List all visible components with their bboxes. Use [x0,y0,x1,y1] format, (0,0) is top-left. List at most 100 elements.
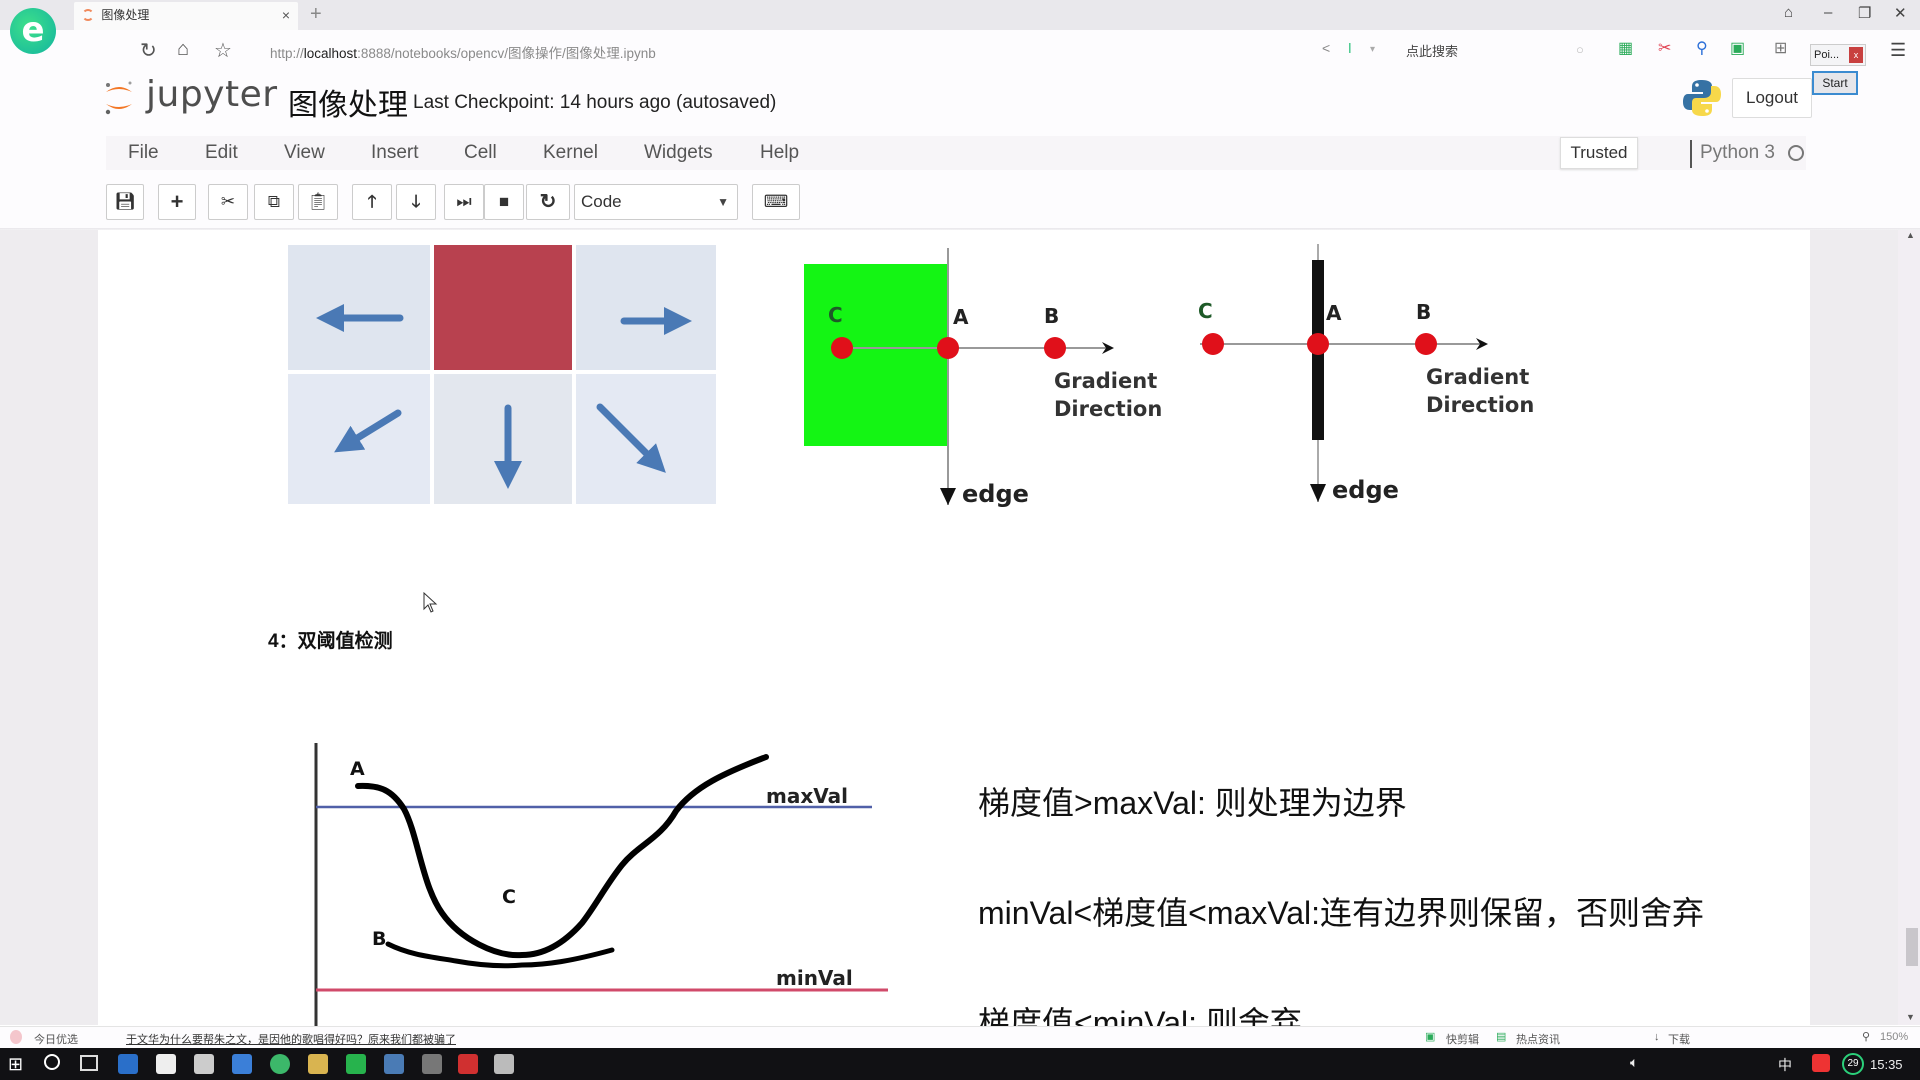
notebook-title[interactable]: 图像处理 [288,80,408,124]
ime-indicator[interactable]: 中 [1778,1055,1792,1075]
extension-icon[interactable]: ǀ [1348,40,1352,56]
search-extension-icon[interactable]: ⚲ [1696,38,1708,58]
jupyter-logo-icon[interactable] [104,80,134,116]
scroll-up-icon[interactable]: ▲ [1906,230,1915,240]
label-c-right: C [1198,299,1213,323]
jupyter-logo-text[interactable]: jupyter [146,74,278,115]
label-b: B [1044,304,1059,328]
browser-taskbar-icon[interactable] [118,1054,138,1074]
apps-grid-icon[interactable]: ⊞ [1774,38,1787,58]
quick-cut-label[interactable]: 快剪辑 [1446,1031,1479,1047]
sogou-icon[interactable] [1812,1054,1830,1072]
menu-view[interactable]: View [284,142,325,164]
screenshot-extension-icon[interactable]: ▦ [1618,38,1633,58]
point-c [831,337,853,359]
insert-cell-button[interactable]: + [158,184,196,220]
url-field[interactable]: http://localhost:8888/notebooks/opencv/图… [270,42,656,62]
scroll-down-icon[interactable]: ▼ [1906,1012,1915,1022]
menu-bar [106,136,1806,170]
kernel-name[interactable]: Python 3 [1700,142,1775,164]
popup-start-button[interactable]: Start [1812,71,1858,95]
quick-cut-icon: ▣ [1425,1031,1436,1043]
news-link[interactable]: 于文华为什么要帮朱之文，是因他的歌唱得好吗？原来我们都被骗了 [126,1031,456,1047]
menu-help[interactable]: Help [760,142,799,164]
restore-button[interactable]: ❐ [1858,4,1871,22]
tab-title: 图像处理 [101,8,150,22]
run-button[interactable]: ⏭︎ [444,184,484,220]
gradient-direction-figure: C A B Gradient Direction edge C A B Grad… [804,244,1534,508]
gradient-label: Gradient [1054,369,1157,393]
scroll-thumb[interactable] [1906,928,1918,966]
skin-icon[interactable]: ⌂ [1784,4,1793,21]
menu-file[interactable]: File [128,142,159,164]
restart-button[interactable]: ↻ [526,184,570,220]
browser-menu-icon[interactable]: ☰ [1890,40,1906,61]
download-icon: ↓ [1654,1031,1660,1043]
active-taskbar-icon[interactable] [494,1054,514,1074]
volume-icon[interactable]: 🔈︎ [1630,1054,1638,1071]
restart-icon: ↻ [539,191,557,213]
app-taskbar-icon[interactable] [232,1054,252,1074]
menu-widgets[interactable]: Widgets [644,142,713,164]
today-picks-label[interactable]: 今日优选 [34,1031,78,1047]
green-app-taskbar-icon[interactable] [346,1054,366,1074]
mail-taskbar-icon[interactable] [194,1054,214,1074]
url-host: localhost [303,46,358,61]
task-view-icon[interactable] [80,1055,98,1071]
stop-icon: ■ [498,192,510,211]
red-app-taskbar-icon[interactable] [458,1054,478,1074]
point-b-right [1415,333,1437,355]
cut-button[interactable]: ✂ [208,184,248,220]
dropdown-icon[interactable]: ▾ [1370,44,1375,55]
page-scrollbar[interactable] [1898,230,1920,1025]
star-icon[interactable]: ☆ [214,38,232,63]
popup-close-icon[interactable]: x [1849,47,1863,63]
search-box[interactable]: 点此搜索 [1406,41,1458,60]
store-taskbar-icon[interactable] [156,1054,176,1074]
zoom-level[interactable]: 150% [1880,1031,1908,1043]
copy-button[interactable]: ⧉ [254,184,294,220]
360-taskbar-icon[interactable] [270,1054,290,1074]
cell-type-select[interactable]: Code ▼ [574,184,738,220]
section-heading: 4：双阈值检测 [268,631,393,652]
move-up-button[interactable]: 🡑 [352,184,392,220]
heart-icon [10,1030,22,1044]
edge-label-right: edge [1332,476,1399,504]
move-down-button[interactable]: 🡓 [396,184,436,220]
trusted-badge[interactable]: Trusted [1560,137,1638,169]
menu-kernel[interactable]: Kernel [543,142,598,164]
interrupt-button[interactable]: ■ [484,184,524,220]
share-icon[interactable]: < [1322,40,1330,56]
command-palette-button[interactable]: ⌨ [752,184,800,220]
menu-insert[interactable]: Insert [371,142,419,164]
minimize-button[interactable]: – [1824,4,1832,21]
logout-button[interactable]: Logout [1732,78,1812,118]
save-button[interactable]: 💾︎ [106,184,144,220]
edge-region [804,264,948,446]
close-window-button[interactable]: ✕ [1894,4,1907,22]
paste-button[interactable]: 📋︎ [298,184,338,220]
home-icon[interactable]: ⌂ [177,38,189,61]
cortana-icon[interactable] [44,1054,60,1070]
label-a: A [350,758,365,780]
download-label[interactable]: 下载 [1668,1031,1690,1047]
translate-extension-icon[interactable]: ▣ [1730,38,1745,58]
windows-start-icon[interactable]: ⊞ [8,1054,23,1075]
new-tab-button[interactable]: + [310,3,322,26]
search-loading-icon: ○ [1576,42,1584,57]
notification-badge[interactable]: 29 [1842,1053,1864,1075]
taskbar-clock[interactable]: 15:35 [1870,1057,1903,1072]
menu-edit[interactable]: Edit [205,142,238,164]
menu-cell[interactable]: Cell [464,142,497,164]
editor-taskbar-icon[interactable] [384,1054,404,1074]
hot-news-label[interactable]: 热点资讯 [1516,1031,1560,1047]
tab-close-icon[interactable]: × [282,2,290,28]
point-c-right [1202,333,1224,355]
media-taskbar-icon[interactable] [422,1054,442,1074]
cut-extension-icon[interactable]: ✂ [1658,38,1671,58]
browser-tab[interactable]: 图像处理 × [74,2,298,30]
popup-widget[interactable]: Poi... x [1810,44,1866,66]
refresh-icon[interactable]: ↻ [140,38,157,63]
explorer-taskbar-icon[interactable] [308,1054,328,1074]
down-left-arrow-icon [334,409,402,453]
